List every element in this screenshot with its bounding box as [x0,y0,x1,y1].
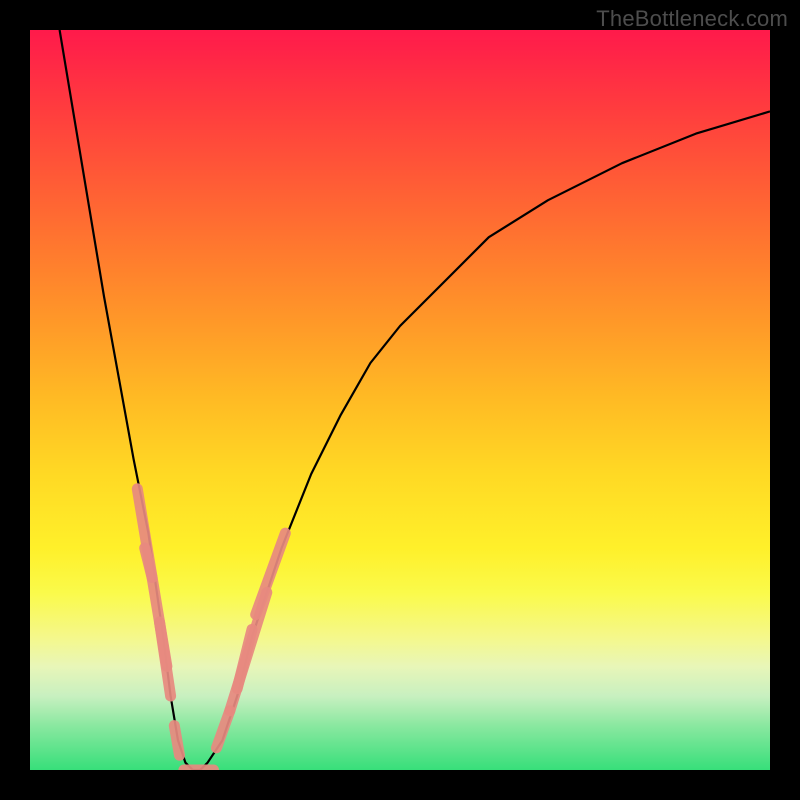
highlight-segment [256,533,286,614]
highlight-segment [217,711,230,748]
plot-area [30,30,770,770]
watermark-text: TheBottleneck.com [596,6,788,32]
highlight-overlay [137,489,285,770]
highlight-segment [174,726,179,756]
outer-frame: TheBottleneck.com [0,0,800,800]
curve-svg [30,30,770,770]
highlight-segment [145,548,152,578]
highlight-segment [237,629,252,688]
highlight-segment [160,622,171,696]
